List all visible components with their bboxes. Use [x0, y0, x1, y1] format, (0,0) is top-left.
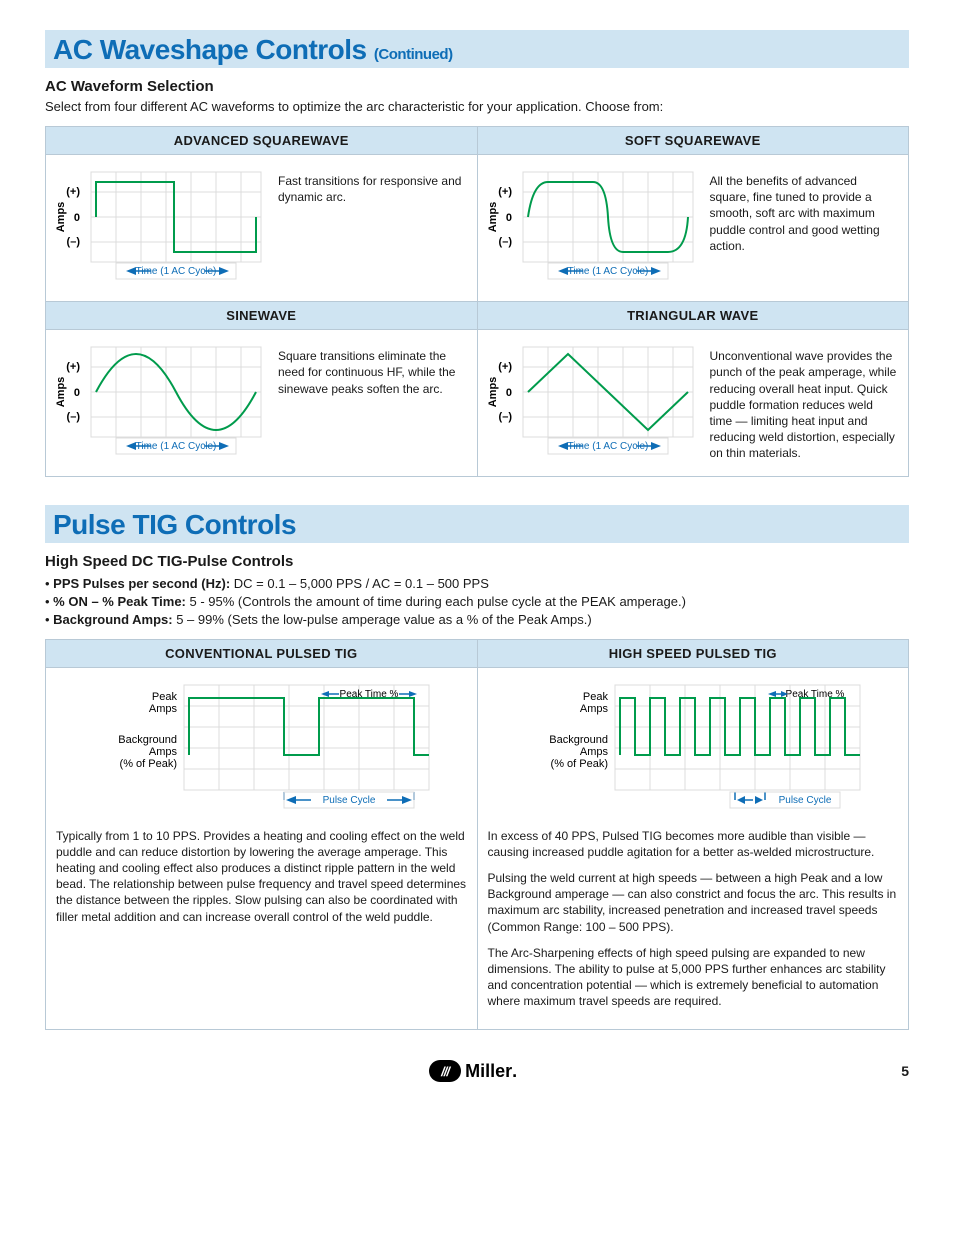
ac-waveform-heading: AC Waveform Selection — [45, 78, 909, 95]
cell-triangular: Amps (+) 0 (–) Time (1 AC Cycle) Unconve… — [477, 330, 909, 477]
header-conv-pulse: CONVENTIONAL PULSED TIG — [46, 640, 478, 668]
title-main: AC Waveshape Controls — [53, 34, 367, 65]
header-highspeed-pulse: HIGH SPEED PULSED TIG — [477, 640, 909, 668]
svg-text:Peak: Peak — [152, 691, 178, 703]
svg-text:(+): (+) — [498, 361, 512, 373]
svg-text:(+): (+) — [66, 186, 80, 198]
title-sub: (Continued) — [374, 46, 453, 63]
section-title-pulse: Pulse TIG Controls — [53, 509, 901, 541]
conv-pulse-desc: Typically from 1 to 10 PPS. Provides a h… — [56, 828, 467, 935]
svg-text:Amps: Amps — [580, 703, 609, 715]
svg-text:0: 0 — [74, 387, 80, 399]
sinewave-chart: Amps (+) 0 (–) Time (1 AC Cycle) — [56, 342, 266, 462]
sinewave-desc: Square transitions eliminate the need fo… — [278, 342, 467, 397]
section-banner-pulse: Pulse TIG Controls — [45, 505, 909, 543]
svg-text:0: 0 — [74, 212, 80, 224]
svg-text:(–): (–) — [498, 411, 512, 423]
brand-logo: /// Miller. — [429, 1060, 517, 1082]
bullet-bg-amps: • Background Amps: 5 – 99% (Sets the low… — [45, 612, 909, 627]
section-title-ac: AC Waveshape Controls (Continued) — [53, 34, 901, 66]
adv-square-desc: Fast transitions for responsive and dyna… — [278, 167, 467, 205]
pulse-bullets: • PPS Pulses per second (Hz): DC = 0.1 –… — [45, 576, 909, 627]
svg-text:Amps: Amps — [580, 746, 609, 758]
pulse-table: CONVENTIONAL PULSED TIG HIGH SPEED PULSE… — [45, 639, 909, 1030]
svg-text:Background: Background — [550, 734, 609, 746]
logo-mark-icon: /// — [429, 1060, 461, 1082]
svg-text:Amps: Amps — [488, 202, 499, 233]
svg-text:0: 0 — [505, 212, 511, 224]
brand-name: Miller — [465, 1061, 512, 1082]
cell-adv-square: Amps (+) 0 (–) Time (1 AC Cycle) Fast tr… — [46, 155, 478, 302]
brand-dot: . — [512, 1061, 517, 1082]
ac-waveform-intro: Select from four different AC waveforms … — [45, 99, 909, 114]
highspeed-pulse-desc: In excess of 40 PPS, Pulsed TIG becomes … — [488, 828, 899, 1020]
section-banner-ac: AC Waveshape Controls (Continued) — [45, 30, 909, 68]
svg-text:(+): (+) — [498, 186, 512, 198]
svg-text:Background: Background — [118, 734, 177, 746]
cell-sinewave: Amps (+) 0 (–) Time (1 AC Cycle) Square … — [46, 330, 478, 477]
triangular-wave-chart: Amps (+) 0 (–) Time (1 AC Cycle) — [488, 342, 698, 462]
highspeed-pulse-chart: Peak Time % Peak Amps Background Amps (%… — [520, 680, 865, 815]
svg-text:Pulse Cycle: Pulse Cycle — [779, 795, 832, 806]
conventional-pulse-chart: Peak Time % Peak Amps Background Amps (%… — [89, 680, 434, 815]
svg-text:(–): (–) — [67, 411, 81, 423]
header-sinewave: SINEWAVE — [46, 302, 478, 330]
svg-text:Pulse Cycle: Pulse Cycle — [322, 795, 375, 806]
svg-text:(–): (–) — [67, 236, 81, 248]
svg-text:Amps: Amps — [488, 377, 499, 408]
svg-text:Amps: Amps — [56, 202, 67, 233]
pulse-heading: High Speed DC TIG-Pulse Controls — [45, 553, 909, 570]
svg-text:Peak Time %: Peak Time % — [786, 689, 845, 700]
svg-text:(–): (–) — [498, 236, 512, 248]
svg-text:(+): (+) — [66, 361, 80, 373]
bullet-peak-time: • % ON – % Peak Time: 5 - 95% (Controls … — [45, 594, 909, 609]
svg-text:Peak Time %: Peak Time % — [339, 689, 398, 700]
svg-text:(% of Peak): (% of Peak) — [551, 758, 608, 770]
svg-text:Peak: Peak — [583, 691, 609, 703]
svg-text:(% of Peak): (% of Peak) — [119, 758, 176, 770]
page-footer: /// Miller. 5 — [45, 1060, 909, 1082]
cell-conv-pulse: Peak Time % Peak Amps Background Amps (%… — [46, 668, 478, 1030]
cell-highspeed-pulse: Peak Time % Peak Amps Background Amps (%… — [477, 668, 909, 1030]
svg-text:Amps: Amps — [149, 703, 178, 715]
svg-text:Amps: Amps — [56, 377, 67, 408]
svg-text:Amps: Amps — [149, 746, 178, 758]
triangular-desc: Unconventional wave provides the punch o… — [710, 342, 899, 461]
header-adv-square: ADVANCED SQUAREWAVE — [46, 127, 478, 155]
header-soft-square: SOFT SQUAREWAVE — [477, 127, 909, 155]
soft-square-desc: All the benefits of advanced square, fin… — [710, 167, 899, 254]
advanced-squarewave-chart: Amps (+) 0 (–) Time (1 AC Cycle) — [56, 167, 266, 287]
waveform-table: ADVANCED SQUAREWAVE SOFT SQUAREWAVE Amps… — [45, 126, 909, 477]
header-triangular: TRIANGULAR WAVE — [477, 302, 909, 330]
cell-soft-square: Amps (+) 0 (–) Time (1 AC Cycle) All the… — [477, 155, 909, 302]
bullet-pps: • PPS Pulses per second (Hz): DC = 0.1 –… — [45, 576, 909, 591]
soft-squarewave-chart: Amps (+) 0 (–) Time (1 AC Cycle) — [488, 167, 698, 287]
svg-text:0: 0 — [505, 387, 511, 399]
page-number: 5 — [901, 1063, 909, 1079]
